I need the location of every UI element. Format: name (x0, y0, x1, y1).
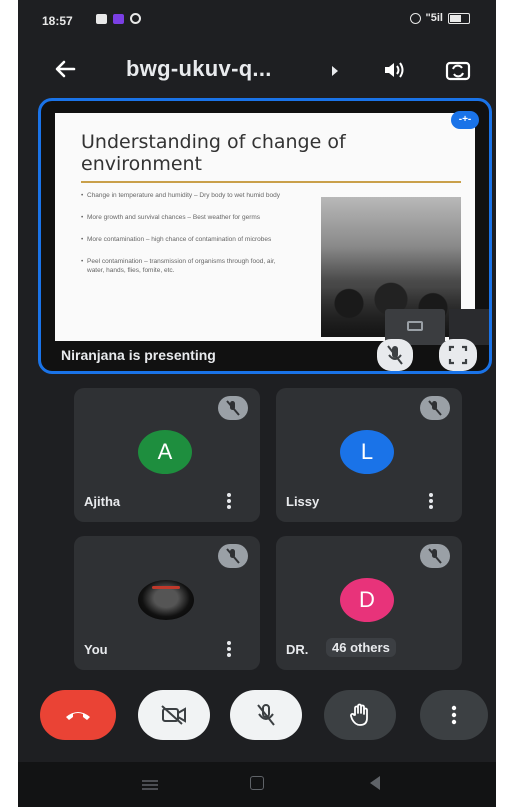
camera-toggle-button[interactable] (138, 690, 210, 740)
slide-divider (81, 181, 461, 183)
participant-name: Lissy (286, 494, 320, 509)
back-button[interactable] (48, 52, 82, 86)
end-call-button[interactable] (40, 690, 116, 740)
avatar: L (340, 430, 394, 474)
camera-off-icon (161, 705, 186, 725)
presentation-tile[interactable]: Understanding of change of environment C… (38, 98, 492, 374)
app-icon (113, 13, 124, 24)
mic-off-icon (257, 704, 275, 726)
status-notification-icons (96, 13, 141, 24)
mic-off-icon (428, 400, 442, 416)
status-time: 18:57 (42, 14, 73, 28)
audio-output-button[interactable] (378, 54, 410, 86)
raise-hand-icon (350, 703, 368, 726)
shared-slide: Understanding of change of environment C… (55, 113, 489, 345)
slide-bullets: Change in temperature and humidity – Dry… (81, 191, 291, 288)
status-bar: 18:57 "5il (18, 0, 496, 38)
participant-name: Ajitha (84, 494, 121, 509)
pin-badge[interactable]: -+- (451, 111, 479, 129)
meeting-top-bar: bwg-ukuv-q... (18, 44, 496, 94)
slide-bullet: Change in temperature and humidity – Dry… (81, 191, 291, 200)
home-icon[interactable] (250, 776, 264, 790)
signal-text: "5il (425, 12, 443, 24)
mic-off-icon (428, 548, 442, 564)
others-count-chip[interactable]: 46 others (326, 638, 396, 657)
presentation-mic-button[interactable] (377, 339, 413, 371)
more-vertical-icon[interactable] (426, 492, 436, 510)
mic-muted-badge (218, 396, 248, 420)
participant-name: You (84, 642, 108, 657)
mic-off-icon (226, 400, 240, 416)
mic-muted-badge (420, 396, 450, 420)
more-vertical-icon (451, 705, 457, 725)
participant-tile-ajitha[interactable]: A Ajitha (74, 388, 260, 522)
avatar: A (138, 430, 192, 474)
slide-title: Understanding of change of environment (81, 131, 346, 175)
back-triangle-icon[interactable] (370, 776, 380, 790)
alarm-icon (409, 12, 421, 24)
participant-name: DR. (286, 642, 309, 657)
mic-muted-badge (420, 544, 450, 568)
presenter-label: Niranjana is presenting (61, 347, 216, 363)
sync-icon (130, 13, 141, 24)
switch-camera-icon (445, 61, 471, 81)
participant-tile-you[interactable]: You (74, 536, 260, 670)
more-vertical-icon[interactable] (224, 492, 234, 510)
mic-off-icon (226, 548, 240, 564)
avatar-photo (138, 580, 194, 620)
avatar: D (340, 578, 394, 622)
participant-tile-lissy[interactable]: L Lissy (276, 388, 462, 522)
fullscreen-icon (448, 345, 468, 365)
battery-icon (448, 12, 470, 24)
fullscreen-button[interactable] (439, 339, 477, 371)
more-vertical-icon[interactable] (224, 640, 234, 658)
slide-bullet: Peel contamination – transmission of org… (81, 257, 291, 275)
message-icon (96, 13, 107, 24)
status-right: "5il (409, 12, 470, 24)
participant-tile-others[interactable]: D DR. 46 others (276, 536, 462, 670)
meeting-code[interactable]: bwg-ukuv-q... (126, 56, 272, 82)
raise-hand-button[interactable] (324, 690, 396, 740)
call-controls (18, 690, 496, 746)
mic-off-icon (387, 345, 403, 365)
mic-toggle-button[interactable] (230, 690, 302, 740)
speaker-icon (385, 62, 404, 78)
slide-bullet: More growth and survival chances – Best … (81, 213, 291, 222)
arrow-left-icon (55, 60, 76, 78)
more-options-button[interactable] (420, 690, 488, 740)
mic-muted-badge (218, 544, 248, 568)
switch-camera-button[interactable] (442, 54, 474, 86)
caret-right-icon[interactable] (332, 66, 338, 76)
end-call-icon (66, 712, 90, 720)
slide-bullet: More contamination – high chance of cont… (81, 235, 291, 244)
system-nav-bar (18, 762, 496, 807)
phone-screen: 18:57 "5il bwg-ukuv-q... Understanding o… (18, 0, 496, 807)
recent-apps-icon[interactable] (142, 780, 158, 790)
